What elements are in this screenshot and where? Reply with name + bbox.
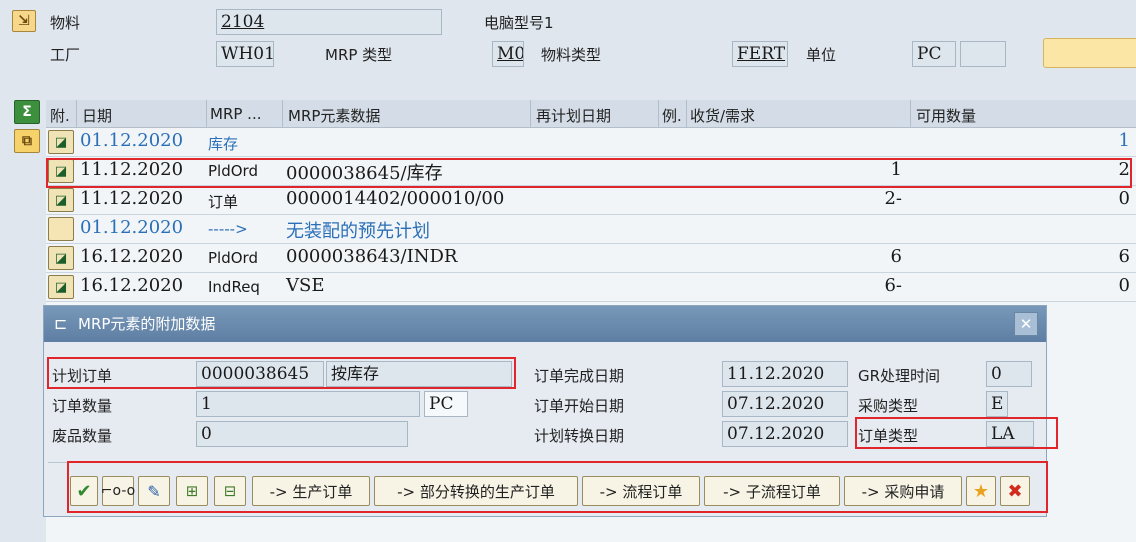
unit-label: 单位 — [806, 46, 837, 64]
table-row[interactable]: ◪ 11.12.2020 订单 0000014402/000010/00 2- … — [46, 186, 1136, 215]
table-row[interactable]: 01.12.2020 -----> 无装配的预先计划 — [46, 215, 1136, 244]
col-date[interactable]: 日期 — [82, 105, 112, 126]
gr-time-label: GR处理时间 — [858, 367, 941, 385]
col-reschedule-date[interactable]: 再计划日期 — [536, 105, 611, 126]
col-attachment[interactable]: 附. — [50, 105, 70, 126]
conversion-date-label: 计划转换日期 — [534, 427, 625, 445]
highlight-order-type-box — [855, 417, 1058, 449]
order-qty-field[interactable]: 1 — [196, 391, 420, 417]
start-date-label: 订单开始日期 — [534, 397, 625, 415]
table-row[interactable]: ◪ 01.12.2020 库存 1 — [46, 128, 1136, 157]
close-icon[interactable]: ✕ — [1014, 312, 1038, 336]
col-mrp[interactable]: MRP ... — [210, 105, 261, 123]
grid-header: 附. 日期 MRP ... MRP元素数据 再计划日期 例. 收货/需求 可用数… — [46, 100, 1136, 128]
detail-icon[interactable]: ◪ — [48, 188, 74, 212]
detail-icon[interactable]: ◪ — [48, 246, 74, 270]
procurement-type-field[interactable]: E — [986, 391, 1008, 417]
row-qty: 2- — [884, 188, 902, 209]
highlight-row-box — [46, 158, 1132, 188]
dialog-title: MRP元素的附加数据 — [78, 315, 216, 333]
row-data: 0000014402/000010/00 — [286, 188, 505, 209]
row-date: 01.12.2020 — [80, 130, 184, 151]
table-row[interactable]: ◪ 16.12.2020 PldOrd 0000038643/INDR 6 6 — [46, 244, 1136, 273]
material-field[interactable]: 2104 — [216, 9, 442, 35]
order-qty-unit-field[interactable]: PC — [424, 391, 468, 417]
new-document-icon[interactable]: ⧉ — [14, 129, 40, 153]
col-available-qty[interactable]: 可用数量 — [916, 105, 976, 126]
row-mrp: 库存 — [208, 135, 239, 153]
computer-model-label: 电脑型号1 — [484, 14, 554, 32]
scrap-qty-field[interactable]: 0 — [196, 421, 408, 447]
row-date: 11.12.2020 — [80, 188, 184, 209]
col-exception[interactable]: 例. — [662, 105, 682, 126]
row-date: 16.12.2020 — [80, 275, 184, 296]
blank-icon[interactable] — [48, 217, 74, 241]
status-indicator — [1043, 38, 1136, 68]
row-mrp: -----> — [208, 220, 248, 238]
mrp-type-field[interactable]: M0 — [492, 41, 524, 67]
row-mrp: IndReq — [208, 278, 260, 296]
row-qty: 6- — [884, 275, 902, 296]
row-available: 0 — [1118, 188, 1130, 209]
row-available: 0 — [1118, 275, 1130, 296]
row-mrp: 订单 — [208, 193, 239, 211]
table-row[interactable]: ◪ 16.12.2020 IndReq VSE 6- 0 — [46, 273, 1136, 302]
conversion-date-field[interactable]: 07.12.2020 — [722, 421, 848, 447]
material-type-field[interactable]: FERT — [732, 41, 788, 67]
highlight-toolbar-box — [67, 461, 1048, 513]
unit-extra-field[interactable] — [960, 41, 1006, 67]
row-available: 6 — [1118, 246, 1130, 267]
scrap-qty-label: 废品数量 — [52, 427, 113, 445]
row-date: 01.12.2020 — [80, 217, 184, 238]
finish-date-field[interactable]: 11.12.2020 — [722, 361, 848, 387]
procurement-type-label: 采购类型 — [858, 397, 919, 415]
dialog-window-icon: ⊏ — [54, 314, 68, 333]
row-mrp: PldOrd — [208, 249, 258, 267]
row-available: 1 — [1118, 130, 1130, 151]
unit-field[interactable]: PC — [912, 41, 956, 67]
dialog-title-bar[interactable]: ⊏ MRP元素的附加数据 ✕ — [44, 306, 1046, 342]
finish-date-label: 订单完成日期 — [534, 367, 625, 385]
row-qty: 6 — [890, 246, 902, 267]
material-type-label: 物料类型 — [541, 46, 602, 64]
detail-icon[interactable]: ◪ — [48, 275, 74, 299]
material-label: 物料 — [50, 14, 81, 32]
row-data: VSE — [286, 275, 325, 296]
detail-icon[interactable]: ◪ — [48, 130, 74, 154]
row-date: 16.12.2020 — [80, 246, 184, 267]
mrp-type-label: MRP 类型 — [325, 46, 393, 64]
start-date-field[interactable]: 07.12.2020 — [722, 391, 848, 417]
plant-label: 工厂 — [50, 46, 81, 64]
col-receipt-requirement[interactable]: 收货/需求 — [690, 105, 755, 126]
plant-field[interactable]: WH01 — [216, 41, 274, 67]
row-data: 0000038643/INDR — [286, 246, 458, 267]
sum-icon[interactable]: Σ — [14, 100, 40, 124]
gr-time-field[interactable]: 0 — [986, 361, 1032, 387]
material-overview-icon[interactable]: ⇲ — [12, 10, 36, 32]
col-mrp-element-data[interactable]: MRP元素数据 — [288, 105, 380, 126]
row-data: 无装配的预先计划 — [286, 221, 430, 242]
highlight-planned-order-box — [47, 357, 516, 389]
order-qty-label: 订单数量 — [52, 397, 113, 415]
